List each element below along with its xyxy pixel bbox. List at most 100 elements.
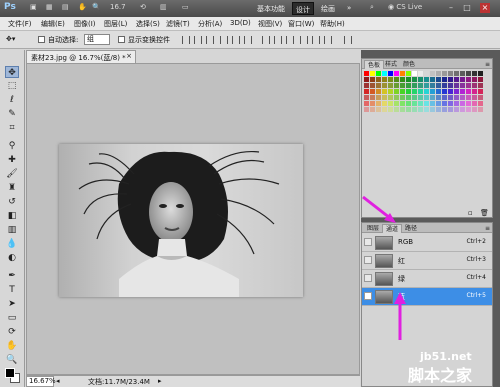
- zoom-tool-icon[interactable]: 🔍: [5, 354, 19, 366]
- color-swatch[interactable]: [388, 77, 393, 82]
- color-swatch[interactable]: [394, 107, 399, 112]
- color-swatch[interactable]: [472, 89, 477, 94]
- distribute-top-icon[interactable]: [262, 36, 270, 44]
- color-swatch[interactable]: [436, 95, 441, 100]
- color-swatch[interactable]: [400, 107, 405, 112]
- color-swatch[interactable]: [466, 89, 471, 94]
- color-swatch[interactable]: [406, 107, 411, 112]
- channel-row-rgb[interactable]: RGB Ctrl+2: [362, 234, 492, 252]
- color-swatch[interactable]: [436, 89, 441, 94]
- menu-analysis[interactable]: 分析(A): [198, 19, 222, 29]
- color-swatch[interactable]: [376, 95, 381, 100]
- quick-select-tool-icon[interactable]: ✎: [5, 108, 19, 120]
- color-swatch[interactable]: [430, 89, 435, 94]
- blur-tool-icon[interactable]: 💧: [5, 238, 19, 250]
- color-swatch[interactable]: [406, 95, 411, 100]
- distribute-left-icon[interactable]: [300, 36, 308, 44]
- color-swatch[interactable]: [406, 71, 411, 76]
- color-swatch[interactable]: [448, 101, 453, 106]
- panel-menu-icon[interactable]: ≡: [482, 224, 493, 233]
- color-swatch[interactable]: [394, 71, 399, 76]
- color-swatch[interactable]: [478, 77, 483, 82]
- color-swatch[interactable]: [376, 101, 381, 106]
- eraser-tool-icon[interactable]: ◧: [5, 210, 19, 222]
- color-swatch[interactable]: [454, 77, 459, 82]
- color-swatch[interactable]: [412, 77, 417, 82]
- distribute-right-icon[interactable]: [324, 36, 332, 44]
- move-tool-icon[interactable]: ✥: [5, 66, 19, 78]
- color-swatch[interactable]: [394, 77, 399, 82]
- color-swatch[interactable]: [472, 83, 477, 88]
- menu-layer[interactable]: 图层(L): [104, 19, 127, 29]
- color-swatch[interactable]: [370, 107, 375, 112]
- search-icon[interactable]: ⌕: [370, 3, 374, 12]
- visibility-toggle[interactable]: [364, 274, 372, 282]
- color-swatch[interactable]: [412, 83, 417, 88]
- align-bottom-icon[interactable]: [206, 36, 214, 44]
- menu-view[interactable]: 视图(V): [258, 19, 282, 29]
- color-swatch[interactable]: [442, 83, 447, 88]
- color-swatch[interactable]: [460, 77, 465, 82]
- brush-tool-icon[interactable]: 🖌: [5, 168, 19, 180]
- color-swatch[interactable]: [418, 83, 423, 88]
- clone-stamp-tool-icon[interactable]: ♜: [5, 182, 19, 194]
- menu-edit[interactable]: 编辑(E): [41, 19, 65, 29]
- panel-menu-icon[interactable]: ≡: [482, 60, 493, 69]
- color-swatch[interactable]: [400, 101, 405, 106]
- channel-row-red[interactable]: 红 Ctrl+3: [362, 252, 492, 270]
- color-swatch[interactable]: [406, 101, 411, 106]
- color-swatch[interactable]: [400, 83, 405, 88]
- color-swatch[interactable]: [406, 77, 411, 82]
- mini-bridge-icon[interactable]: ▦: [46, 3, 53, 11]
- gradient-tool-icon[interactable]: ▥: [5, 224, 19, 236]
- color-swatch[interactable]: [424, 83, 429, 88]
- color-swatch[interactable]: [424, 71, 429, 76]
- hand-tool-icon[interactable]: ✋: [5, 340, 19, 352]
- color-swatch[interactable]: [376, 77, 381, 82]
- cs-live-button[interactable]: ◉ CS Live: [388, 3, 434, 11]
- color-swatch[interactable]: [394, 83, 399, 88]
- path-select-tool-icon[interactable]: ➤: [5, 298, 19, 310]
- eye-icon[interactable]: ●: [364, 292, 372, 300]
- menu-select[interactable]: 选择(S): [136, 19, 160, 29]
- lasso-tool-icon[interactable]: ℓ: [5, 94, 19, 106]
- align-top-icon[interactable]: [182, 36, 190, 44]
- visibility-toggle[interactable]: [364, 256, 372, 264]
- color-swatch[interactable]: [382, 71, 387, 76]
- tab-swatches[interactable]: 色板: [364, 60, 385, 69]
- auto-select-checkbox[interactable]: [38, 36, 45, 43]
- workspace-painting[interactable]: 绘画: [318, 2, 338, 15]
- color-swatch[interactable]: [418, 107, 423, 112]
- color-swatch[interactable]: [460, 83, 465, 88]
- color-swatch[interactable]: [388, 107, 393, 112]
- color-swatch[interactable]: [400, 71, 405, 76]
- color-swatch[interactable]: [442, 77, 447, 82]
- color-swatch[interactable]: [376, 71, 381, 76]
- color-swatch[interactable]: [388, 71, 393, 76]
- color-swatch[interactable]: [388, 101, 393, 106]
- color-swatch[interactable]: [412, 101, 417, 106]
- zoom-percent-field[interactable]: 16.67%: [26, 376, 56, 387]
- color-swatch[interactable]: [412, 107, 417, 112]
- color-swatch[interactable]: [370, 95, 375, 100]
- color-swatch[interactable]: [382, 89, 387, 94]
- crop-tool-icon[interactable]: ⌗: [5, 122, 19, 134]
- move-tool-preset-icon[interactable]: ✥▾: [6, 35, 15, 43]
- color-swatch[interactable]: [430, 77, 435, 82]
- color-swatch[interactable]: [448, 89, 453, 94]
- color-swatch[interactable]: [448, 83, 453, 88]
- color-swatch[interactable]: [478, 71, 483, 76]
- type-tool-icon[interactable]: T: [5, 284, 19, 296]
- color-swatch[interactable]: [442, 107, 447, 112]
- color-swatch[interactable]: [388, 89, 393, 94]
- pen-tool-icon[interactable]: ✒: [5, 270, 19, 282]
- color-swatch[interactable]: [430, 107, 435, 112]
- color-swatch[interactable]: [424, 95, 429, 100]
- color-swatch[interactable]: [400, 89, 405, 94]
- rotate-view-icon[interactable]: ⟲: [140, 3, 146, 11]
- color-swatch[interactable]: [472, 95, 477, 100]
- color-swatch[interactable]: [424, 101, 429, 106]
- color-swatch[interactable]: [364, 89, 369, 94]
- color-swatch[interactable]: [478, 83, 483, 88]
- tab-color[interactable]: 颜色: [400, 60, 418, 69]
